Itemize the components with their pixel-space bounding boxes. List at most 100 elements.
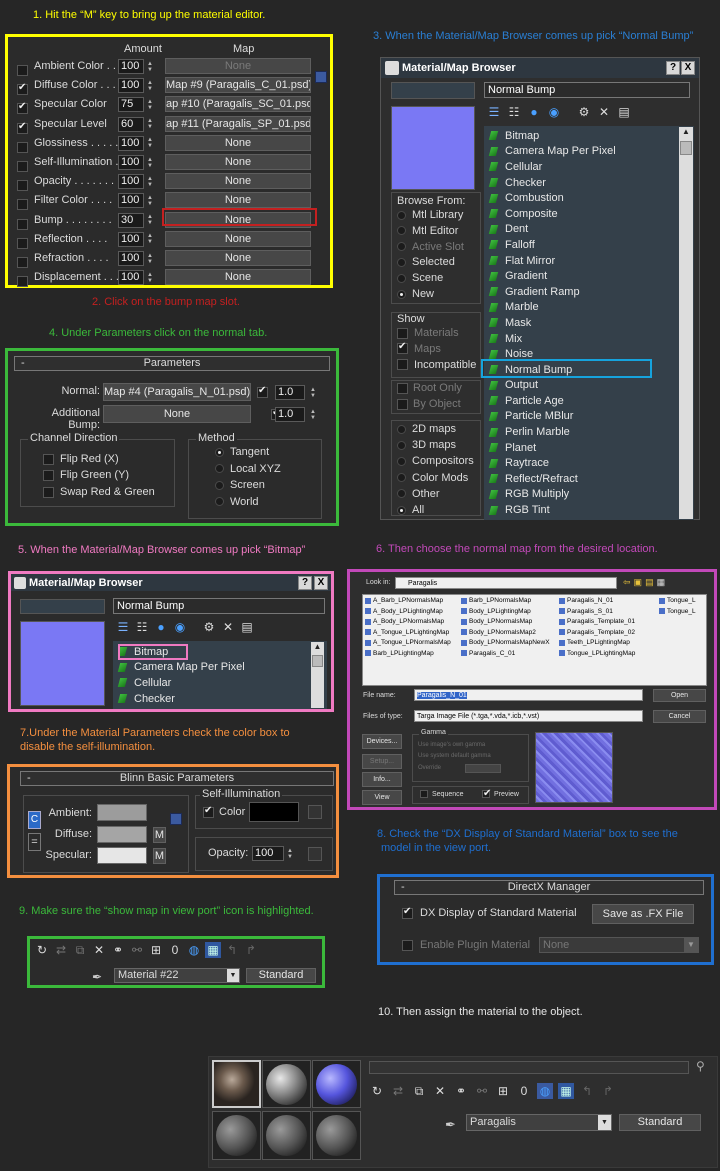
file-item[interactable]: A_Body_LPNormalsMap bbox=[365, 618, 444, 625]
reset-map-icon[interactable]: ✕ bbox=[432, 1083, 448, 1099]
pick-material-icon[interactable]: ✒ bbox=[445, 1117, 456, 1133]
make-copy-icon[interactable]: ⚭ bbox=[110, 942, 126, 958]
delete-icon[interactable]: ✕ bbox=[596, 104, 612, 120]
sample-slot-6[interactable] bbox=[312, 1111, 361, 1160]
material-type-button[interactable]: Standard bbox=[619, 1114, 701, 1131]
map-enable-check[interactable] bbox=[17, 199, 28, 211]
file-item[interactable]: A_Tongue_LPNormalsMap bbox=[365, 639, 451, 646]
map-amount-field[interactable]: 100 bbox=[118, 155, 144, 170]
map-enable-check[interactable] bbox=[17, 101, 28, 115]
map-list-item[interactable]: RGB Tint bbox=[484, 502, 694, 518]
open-button[interactable]: Open bbox=[653, 689, 706, 702]
flip-green-option[interactable]: Flip Green (Y) bbox=[43, 469, 129, 481]
info-button[interactable]: Info... bbox=[362, 772, 402, 787]
map-amount-field[interactable]: 100 bbox=[118, 251, 144, 266]
map-list-item[interactable]: Camera Map Per Pixel bbox=[484, 144, 694, 160]
sample-slot-1[interactable] bbox=[212, 1060, 261, 1108]
map-list-item[interactable]: Mix bbox=[484, 331, 694, 347]
option-tangent[interactable]: Tangent bbox=[215, 446, 269, 458]
file-item[interactable]: Barb_LPNormalsMap bbox=[461, 597, 531, 604]
option-selected[interactable]: Selected bbox=[397, 256, 455, 268]
directx-rollout-header[interactable]: - DirectX Manager bbox=[394, 880, 704, 895]
map-list-item[interactable]: Composite bbox=[484, 206, 694, 222]
option-world[interactable]: World bbox=[215, 496, 259, 508]
opacity-field[interactable]: 100 bbox=[252, 846, 284, 861]
file-type-combo[interactable]: Targa Image File (*.tga,*.vda,*.icb,*.vs… bbox=[414, 710, 643, 722]
map-amount-spinner[interactable]: ▲ ▼ bbox=[146, 270, 154, 285]
ambient-swatch[interactable] bbox=[97, 804, 147, 821]
map-list-item[interactable]: Checker bbox=[484, 175, 694, 191]
view-menu-icon[interactable]: ▦ bbox=[657, 577, 666, 588]
option-active-slot[interactable]: Active Slot bbox=[397, 241, 464, 253]
map-amount-spinner[interactable]: ▲ ▼ bbox=[146, 251, 154, 266]
map-slot-button[interactable]: None bbox=[165, 154, 311, 170]
parameters-rollout-header[interactable]: - Parameters bbox=[14, 356, 330, 371]
file-list[interactable]: A_Barb_LPNormalsMap Barb_LPNormalsMap Para… bbox=[362, 594, 707, 686]
map-list-item[interactable]: Dent bbox=[484, 222, 694, 238]
map-enable-check[interactable] bbox=[17, 218, 28, 230]
map-list[interactable]: Bitmap Camera Map Per Pixel Cellular Checke… bbox=[484, 126, 694, 520]
map-slot-button[interactable]: None bbox=[165, 173, 311, 190]
gamma-override-field[interactable] bbox=[465, 764, 501, 773]
map-amount-field[interactable]: 75 bbox=[118, 97, 144, 113]
map-list-item[interactable]: Perlin Marble bbox=[484, 424, 694, 440]
reset-map-icon[interactable]: ✕ bbox=[91, 942, 107, 958]
option-color-mods[interactable]: Color Mods bbox=[397, 472, 468, 484]
make-unique-icon[interactable]: ⚯ bbox=[129, 942, 145, 958]
map-list-item[interactable]: Particle Age bbox=[484, 393, 694, 409]
make-unique-icon[interactable]: ⚯ bbox=[474, 1083, 490, 1099]
map-list-item[interactable]: Gradient Ramp bbox=[484, 284, 694, 300]
map-amount-field[interactable]: 100 bbox=[118, 174, 144, 190]
map-list-scrollbar[interactable]: ▲ bbox=[679, 127, 693, 519]
map-enable-check[interactable] bbox=[17, 65, 28, 76]
map-amount-spinner[interactable]: ▲ ▼ bbox=[146, 117, 154, 132]
put-to-scene-icon[interactable]: ⇄ bbox=[390, 1083, 406, 1099]
file-item[interactable]: A_Tongue_LPLightingMap bbox=[365, 629, 449, 636]
opacity-map-button[interactable] bbox=[308, 847, 322, 861]
map-list-item[interactable]: Mask bbox=[484, 315, 694, 331]
file-item[interactable]: Paragalis_C_01 bbox=[461, 650, 515, 657]
blinn-rollout-header[interactable]: - Blinn Basic Parameters bbox=[20, 771, 334, 786]
swap-red-green-option[interactable]: Swap Red & Green bbox=[43, 486, 155, 498]
file-item[interactable]: Tongue_L bbox=[659, 608, 696, 615]
look-in-combo[interactable]: Paragalis bbox=[395, 577, 617, 589]
map-list-item[interactable]: Checker bbox=[113, 691, 327, 707]
gamma-own-option[interactable]: Use image's own gamma bbox=[418, 742, 485, 748]
map-enable-check[interactable] bbox=[17, 121, 28, 134]
option-materials[interactable]: Materials bbox=[397, 327, 459, 339]
map-slot-button[interactable]: None bbox=[165, 134, 311, 151]
lock-icon[interactable] bbox=[170, 813, 182, 825]
map-slot-button[interactable]: None bbox=[165, 58, 311, 74]
name-field[interactable] bbox=[391, 82, 475, 99]
file-name-field[interactable]: Paragalis_N_01 bbox=[414, 689, 643, 701]
file-item[interactable]: Body_LPLightingMap bbox=[461, 608, 531, 615]
update-scene-icon[interactable]: ⚙ bbox=[576, 104, 592, 120]
map-slot-button[interactable]: None bbox=[165, 250, 311, 266]
put-to-scene-icon[interactable]: ⇄ bbox=[53, 942, 69, 958]
small-icons-icon[interactable]: ● bbox=[526, 104, 542, 120]
show-map-viewport-icon[interactable]: ▦ bbox=[558, 1083, 574, 1099]
map-amount-spinner[interactable]: ▲ ▼ bbox=[146, 136, 154, 151]
map-enable-check[interactable] bbox=[17, 161, 28, 172]
file-item[interactable]: Body_LPNormalsMapNewX bbox=[461, 639, 550, 646]
help-button[interactable]: ? bbox=[298, 576, 312, 590]
go-forward-sibling-icon[interactable]: ↱ bbox=[243, 942, 259, 958]
map-slot-button[interactable]: Map #9 (Paragalis_C_01.psd) bbox=[165, 77, 311, 94]
update-scene-icon[interactable]: ⚙ bbox=[201, 619, 217, 635]
map-slot-button[interactable]: None bbox=[165, 230, 311, 247]
sequence-option[interactable]: Sequence bbox=[420, 790, 464, 798]
delete-icon[interactable]: ✕ bbox=[220, 619, 236, 635]
map-list-item[interactable]: Cellular bbox=[113, 675, 327, 691]
self-illum-map-button[interactable] bbox=[308, 805, 322, 819]
option-mtl-library[interactable]: Mtl Library bbox=[397, 209, 463, 221]
file-item[interactable]: Paragalis_Template_02 bbox=[559, 629, 635, 636]
save-fx-button[interactable]: Save as .FX File bbox=[592, 904, 694, 924]
sample-slot-3[interactable] bbox=[312, 1060, 361, 1108]
map-list-item[interactable]: Cellular bbox=[484, 159, 694, 175]
make-copy-icon[interactable]: ⚭ bbox=[453, 1083, 469, 1099]
option-mtl-editor[interactable]: Mtl Editor bbox=[397, 225, 458, 237]
view-button[interactable]: View bbox=[362, 790, 402, 805]
map-enable-check[interactable] bbox=[17, 180, 28, 192]
cancel-button[interactable]: Cancel bbox=[653, 710, 706, 723]
get-material-icon[interactable]: ↻ bbox=[34, 942, 50, 958]
